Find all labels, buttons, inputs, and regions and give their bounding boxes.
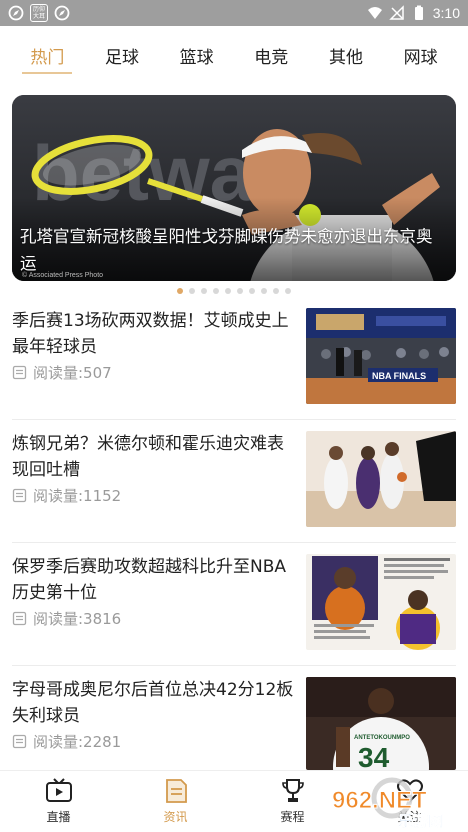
carousel-dot[interactable]: [225, 288, 231, 294]
carousel-dot[interactable]: [177, 288, 183, 294]
news-thumbnail[interactable]: NBA FINALS: [306, 308, 456, 404]
svg-text:962.NET: 962.NET: [332, 787, 427, 814]
news-thumbnail[interactable]: [306, 431, 456, 527]
divider: [12, 419, 456, 420]
tv-icon: [45, 778, 72, 802]
read-count: 阅读量:507: [33, 364, 112, 382]
carousel-dot[interactable]: [249, 288, 255, 294]
tab-hot[interactable]: 热门: [22, 37, 73, 74]
app-badge-icon: 历仰大耳: [30, 4, 48, 22]
tab-football[interactable]: 足球: [99, 37, 145, 74]
document-icon: [165, 779, 187, 803]
carousel-dot[interactable]: [285, 288, 291, 294]
status-bar: 历仰大耳 3:10: [0, 0, 468, 26]
news-item[interactable]: 字母哥成奥尼尔后首位总决42分12板失利球员 阅读量:2281 34 ANTET…: [12, 677, 456, 785]
read-count-icon: [12, 734, 27, 749]
news-thumbnail[interactable]: 34 ANTETOKOUNMPO: [306, 677, 456, 770]
clock: 3:10: [432, 5, 460, 21]
tab-esports[interactable]: 电竞: [248, 37, 294, 74]
read-count-icon: [12, 611, 27, 626]
svg-text:34: 34: [358, 742, 390, 770]
nav-label: 赛程: [280, 810, 305, 824]
svg-text:NBA FINALS: NBA FINALS: [372, 371, 426, 381]
battery-icon: [414, 5, 423, 20]
hero-title[interactable]: 孔塔官宣新冠核酸呈阳性戈芬脚踝伤势未愈亦退出东京奥运: [20, 223, 448, 277]
tab-other[interactable]: 其他: [323, 37, 369, 74]
tab-basketball[interactable]: 篮球: [174, 37, 220, 74]
divider: [12, 542, 456, 543]
read-count: 阅读量:3816: [33, 610, 122, 628]
news-title[interactable]: 炼钢兄弟？米德尔顿和霍乐迪灾难表现回吐槽: [12, 431, 300, 483]
news-item[interactable]: 炼钢兄弟？米德尔顿和霍乐迪灾难表现回吐槽 阅读量:1152: [12, 431, 456, 539]
news-title[interactable]: 保罗季后赛助攻数超越科比升至NBA历史第十位: [12, 554, 300, 606]
nav-label: 直播: [46, 810, 71, 824]
carousel-dot[interactable]: [213, 288, 219, 294]
carousel-dot[interactable]: [261, 288, 267, 294]
wifi-icon: [367, 7, 382, 19]
read-count: 阅读量:2281: [33, 733, 122, 751]
signal-off-icon: [388, 5, 404, 20]
trophy-icon: [281, 779, 304, 802]
svg-text:乐游网: 乐游网: [398, 812, 443, 830]
read-count-icon: [12, 488, 27, 503]
read-count-icon: [12, 365, 27, 380]
carousel-dot[interactable]: [237, 288, 243, 294]
news-thumbnail[interactable]: [306, 554, 456, 650]
nav-news[interactable]: 资讯: [117, 771, 234, 832]
svg-text:ANTETOKOUNMPO: ANTETOKOUNMPO: [354, 735, 410, 741]
compass-icon: [8, 5, 24, 21]
carousel-dot[interactable]: [273, 288, 279, 294]
hero-banner[interactable]: betwa © Associated Press Photo 孔塔官宣新冠核酸呈…: [12, 95, 456, 281]
divider: [12, 665, 456, 666]
carousel-dot[interactable]: [189, 288, 195, 294]
news-item[interactable]: 保罗季后赛助攻数超越科比升至NBA历史第十位 阅读量:3816: [12, 554, 456, 662]
compass-icon: [54, 5, 70, 21]
nav-live[interactable]: 直播: [0, 771, 117, 832]
carousel-dot[interactable]: [201, 288, 207, 294]
read-count: 阅读量:1152: [33, 487, 122, 505]
news-item[interactable]: 季后赛13场砍两双数据！艾顿成史上最年轻球员 阅读量:507 NBA FINAL…: [12, 308, 456, 416]
news-title[interactable]: 字母哥成奥尼尔后首位总决42分12板失利球员: [12, 677, 300, 729]
category-tabs: 热门 足球 篮球 电竞 其他 网球: [0, 26, 468, 84]
nav-label: 资讯: [163, 810, 188, 824]
carousel-indicator: [0, 288, 468, 294]
watermark-logo: 962.NET 乐游网: [332, 777, 443, 830]
news-title[interactable]: 季后赛13场砍两双数据！艾顿成史上最年轻球员: [12, 308, 300, 360]
tab-tennis[interactable]: 网球: [398, 37, 444, 74]
